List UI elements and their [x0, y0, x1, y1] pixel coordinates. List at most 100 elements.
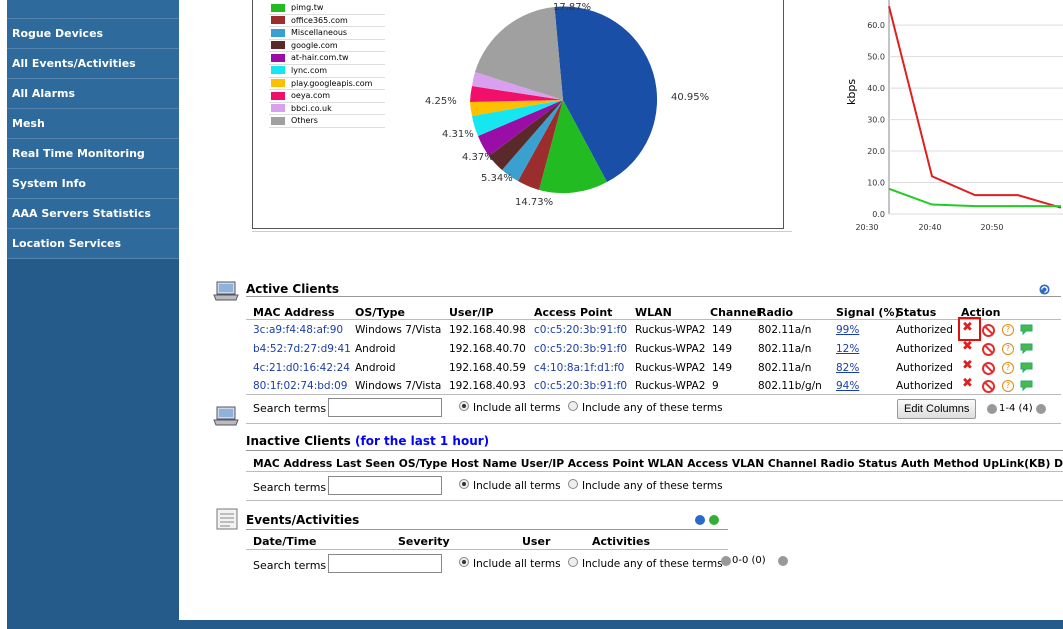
sidebar-item-location-services[interactable]: Location Services — [7, 229, 179, 259]
refresh-icon[interactable] — [1038, 284, 1051, 295]
include-any-radio[interactable] — [568, 557, 578, 567]
sidebar-item-mesh[interactable]: Mesh — [7, 109, 179, 139]
include-any-label: Include any of these terms — [582, 402, 723, 414]
legend-item: oeya.com — [269, 90, 385, 103]
col-header-user[interactable]: User — [522, 535, 550, 548]
sidebar-item-rogue-devices[interactable]: Rogue Devices — [7, 19, 179, 49]
legend-swatch — [271, 66, 285, 75]
col-header-mac[interactable]: MAC Address — [253, 306, 335, 319]
help-icon[interactable]: ? — [1002, 343, 1014, 355]
os-cell: Android — [355, 343, 396, 355]
block-client-icon[interactable] — [982, 324, 995, 337]
y-tick-label: 10.0 — [867, 179, 885, 188]
col-header-datetime[interactable]: Date/Time — [253, 535, 317, 548]
os-cell: Windows 7/Vista — [355, 380, 442, 392]
wlan-cell: Ruckus-WPA2 — [635, 362, 706, 374]
col-header-status[interactable]: Status — [896, 306, 936, 319]
legend-label: google.com — [291, 40, 338, 50]
sidebar-item-real-time-monitoring[interactable]: Real Time Monitoring — [7, 139, 179, 169]
signal-link[interactable]: 82% — [836, 362, 859, 374]
channel-cell: 9 — [712, 380, 719, 392]
ap-link[interactable]: c4:10:8a:1f:d1:f0 — [534, 362, 624, 374]
speech-bubble-icon[interactable] — [1020, 380, 1033, 391]
wlan-cell: Ruckus-WPA2 — [635, 343, 706, 355]
help-icon[interactable]: ? — [1002, 380, 1014, 392]
include-all-radio[interactable] — [459, 479, 469, 489]
top-applications-panel: pimg.tw office365.com Miscellaneous goog… — [252, 0, 784, 229]
prev-page-icon[interactable] — [721, 556, 731, 566]
next-page-icon[interactable] — [1036, 404, 1046, 414]
pie-label: 4.31% — [442, 129, 474, 140]
col-header-signal[interactable]: Signal (%) — [836, 306, 900, 319]
events-search-input[interactable] — [328, 554, 442, 573]
col-header-wlan[interactable]: WLAN — [635, 306, 672, 319]
ap-link[interactable]: c0:c5:20:3b:91:f0 — [534, 324, 627, 336]
series-line — [888, 187, 1061, 208]
wlan-cell: Ruckus-WPA2 — [635, 324, 706, 336]
mac-link[interactable]: 4c:21:d0:16:42:24 — [253, 362, 350, 374]
inactive-title-text: Inactive Clients — [246, 434, 351, 448]
laptop-icon — [213, 281, 239, 301]
edit-columns-button[interactable]: Edit Columns — [897, 399, 977, 419]
divider — [246, 549, 728, 550]
refresh-icon[interactable] — [695, 515, 705, 525]
signal-link[interactable]: 12% — [836, 343, 859, 355]
delete-client-icon[interactable]: ✖ — [962, 320, 973, 335]
mac-link[interactable]: b4:52:7d:27:d9:41 — [253, 343, 351, 355]
pie-label: 17.87% — [553, 2, 592, 13]
col-header-activities[interactable]: Activities — [592, 535, 650, 548]
delete-client-icon[interactable]: ✖ — [962, 358, 973, 373]
help-icon[interactable]: ? — [1002, 362, 1014, 374]
events-title: Events/Activities — [246, 513, 360, 527]
col-header-os[interactable]: OS/Type — [355, 306, 405, 319]
signal-link[interactable]: 94% — [836, 380, 859, 392]
sidebar-item-top[interactable] — [7, 0, 179, 19]
legend-swatch — [271, 79, 285, 88]
signal-link[interactable]: 99% — [836, 324, 859, 336]
pie-label: 4.37% — [462, 152, 494, 163]
legend-label: Miscellaneous — [291, 28, 348, 38]
include-any-radio[interactable] — [568, 401, 578, 411]
y-tick-label: 50.0 — [867, 53, 885, 62]
col-header-channel[interactable]: Channel — [710, 306, 760, 319]
y-tick-label: 0.0 — [872, 210, 885, 219]
inactive-clients-title: Inactive Clients (for the last 1 hour) — [246, 434, 489, 448]
inactive-search-input[interactable] — [328, 476, 442, 495]
delete-client-icon[interactable]: ✖ — [962, 339, 973, 354]
speech-bubble-icon[interactable] — [1020, 343, 1033, 354]
mac-link[interactable]: 3c:a9:f4:48:af:90 — [253, 324, 343, 336]
legend-label: play.googleapis.com — [291, 78, 373, 88]
ap-link[interactable]: c0:c5:20:3b:91:f0 — [534, 380, 627, 392]
col-header-radio[interactable]: Radio — [758, 306, 793, 319]
include-all-radio[interactable] — [459, 557, 469, 567]
sidebar-item-aaa-servers[interactable]: AAA Servers Statistics — [7, 199, 179, 229]
y-axis-label: kbps — [845, 78, 858, 105]
prev-page-icon[interactable] — [987, 404, 997, 414]
block-client-icon[interactable] — [982, 380, 995, 393]
col-header-ap[interactable]: Access Point — [534, 306, 612, 319]
speech-bubble-icon[interactable] — [1020, 324, 1033, 335]
divider — [246, 450, 1063, 451]
block-client-icon[interactable] — [982, 362, 995, 375]
divider — [246, 500, 1063, 501]
sidebar-item-all-events[interactable]: All Events/Activities — [7, 49, 179, 79]
next-page-icon[interactable] — [778, 556, 788, 566]
col-header-ip[interactable]: User/IP — [449, 306, 494, 319]
inactive-column-headers[interactable]: MAC Address Last Seen OS/Type Host Name … — [253, 457, 1063, 470]
delete-client-icon[interactable]: ✖ — [962, 376, 973, 391]
speech-bubble-icon[interactable] — [1020, 362, 1033, 373]
legend-swatch — [271, 53, 285, 62]
add-icon[interactable] — [709, 515, 719, 525]
include-any-radio[interactable] — [568, 479, 578, 489]
throughput-chart: kbps 0.0 10.0 20.0 30.0 40.0 50.0 60.0 20:30 20:… — [839, 0, 1063, 240]
mac-link[interactable]: 80:1f:02:74:bd:09 — [253, 380, 347, 392]
include-all-radio[interactable] — [459, 401, 469, 411]
sidebar-item-all-alarms[interactable]: All Alarms — [7, 79, 179, 109]
help-icon[interactable]: ? — [1002, 324, 1014, 336]
col-header-severity[interactable]: Severity — [398, 535, 450, 548]
block-client-icon[interactable] — [982, 343, 995, 356]
ap-link[interactable]: c0:c5:20:3b:91:f0 — [534, 343, 627, 355]
sidebar-item-system-info[interactable]: System Info — [7, 169, 179, 199]
status-cell: Authorized — [896, 324, 953, 336]
active-search-input[interactable] — [328, 398, 442, 417]
